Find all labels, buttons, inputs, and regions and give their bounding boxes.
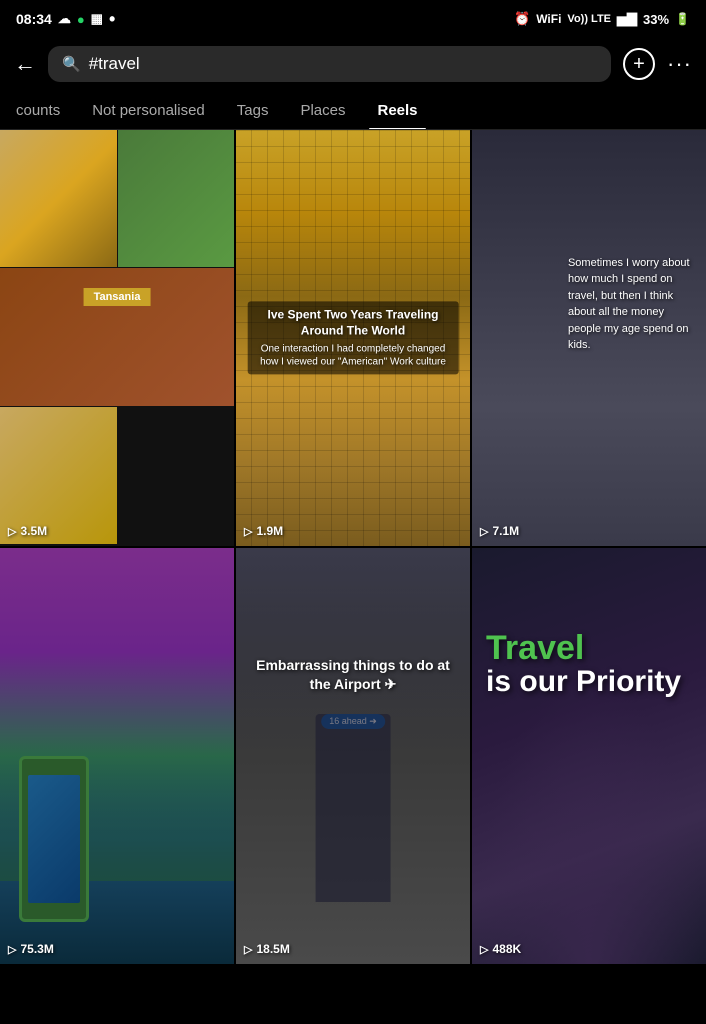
search-bar: ← 🔍 #travel + ···	[0, 36, 706, 92]
reel-item-5[interactable]: Embarrassing things to do at the Airport…	[236, 548, 470, 964]
play-icon-5: ▷	[244, 943, 252, 956]
wifi-icon: WiFi	[536, 12, 561, 26]
add-button[interactable]: +	[623, 48, 655, 80]
tansania-badge: Tansania	[84, 288, 151, 306]
whatsapp-icon: ●	[77, 12, 85, 27]
play-icon-3: ▷	[480, 525, 488, 538]
action-icons: + ···	[623, 48, 692, 80]
status-right: ⏰ WiFi Vo)) LTE ▅▇ 33% 🔋	[514, 11, 690, 27]
reel-6-travel-text: Travel is our Priority	[486, 631, 681, 700]
reel-5-view-count: ▷ 18.5M	[244, 942, 290, 956]
reel-3-view-count: ▷ 7.1M	[480, 524, 519, 538]
reel-item-3[interactable]: Sometimes I worry about how much I spend…	[472, 130, 706, 546]
tab-not-personalised[interactable]: Not personalised	[76, 92, 221, 129]
battery-icon: 🔋	[675, 12, 690, 26]
gallery-icon: ▦	[91, 11, 103, 27]
tab-reels[interactable]: Reels	[362, 92, 434, 129]
reel-item-4[interactable]: ▷ 75.3M	[0, 548, 234, 964]
search-icon: 🔍	[62, 55, 81, 73]
reel-2-caption: Ive Spent Two Years Traveling Around The…	[248, 301, 459, 374]
play-icon-4: ▷	[8, 943, 16, 956]
reel-item-2[interactable]: Ive Spent Two Years Traveling Around The…	[236, 130, 470, 546]
more-button[interactable]: ···	[667, 51, 692, 77]
tabs-bar: counts Not personalised Tags Places Reel…	[0, 92, 706, 130]
battery-display: 33%	[643, 12, 669, 27]
tab-places[interactable]: Places	[284, 92, 361, 129]
tab-tags[interactable]: Tags	[221, 92, 285, 129]
tab-counts[interactable]: counts	[0, 92, 76, 129]
reel-item-6[interactable]: Travel is our Priority ▷ 488K	[472, 548, 706, 964]
reel-5-embarrassing-text: Embarrassing things to do at the Airport…	[248, 656, 459, 694]
reel-item-1[interactable]: Tansania ▷ 3.5M	[0, 130, 234, 546]
back-button[interactable]: ←	[14, 51, 36, 77]
cloud-icon: ☁	[58, 11, 71, 27]
play-icon-1: ▷	[8, 525, 16, 538]
lte-icon: Vo)) LTE	[567, 13, 611, 25]
time-display: 08:34	[16, 11, 52, 27]
status-left: 08:34 ☁ ● ▦ •	[16, 11, 115, 27]
alarm-icon: ⏰	[514, 11, 530, 27]
status-bar: 08:34 ☁ ● ▦ • ⏰ WiFi Vo)) LTE ▅▇ 33% 🔋	[0, 0, 706, 36]
reel-2-view-count: ▷ 1.9M	[244, 524, 283, 538]
reel-1-view-count: ▷ 3.5M	[8, 524, 47, 538]
reels-grid: Tansania ▷ 3.5M Ive Spent Two Years Trav…	[0, 130, 706, 964]
reel-3-sometimes-text: Sometimes I worry about how much I spend…	[568, 255, 697, 354]
play-icon-2: ▷	[244, 525, 252, 538]
search-input-container[interactable]: 🔍 #travel	[48, 46, 611, 82]
reel-6-view-count: ▷ 488K	[480, 942, 521, 956]
play-icon-6: ▷	[480, 943, 488, 956]
signal-icon: ▅▇	[617, 11, 637, 27]
search-query-text: #travel	[89, 54, 140, 74]
reel-4-view-count: ▷ 75.3M	[8, 942, 54, 956]
